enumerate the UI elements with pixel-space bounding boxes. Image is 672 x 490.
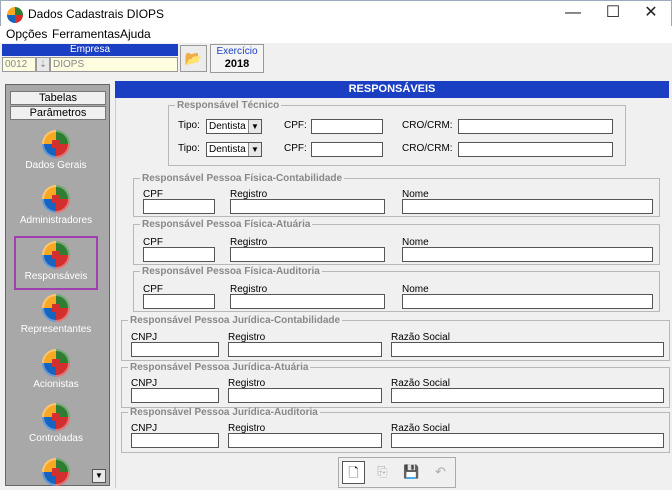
cpf-label-1: CPF: — [284, 120, 307, 131]
pj-contabilidade-cnpj-input[interactable] — [131, 342, 219, 357]
new-record-button[interactable]: 🗋 — [342, 461, 365, 484]
group-legend: Responsável Pessoa Jurídica-Atuária — [130, 362, 309, 373]
main-panel: Responsável Técnico Tipo: Dentista ▼ CPF… — [115, 98, 670, 488]
edit-document-icon: ⎘ — [377, 464, 388, 479]
tab-parametros[interactable]: Parâmetros — [10, 106, 106, 120]
group-legend: Responsável Pessoa Jurídica-Auditoria — [130, 407, 318, 418]
sidebar-item-administradores[interactable]: Administradores — [14, 182, 98, 236]
window-title: Dados Cadastrais DIOPS — [28, 7, 165, 21]
globe-icon — [42, 458, 70, 486]
group-legend: Responsável Pessoa Física-Auditoria — [142, 266, 320, 277]
cro-label-2: CRO/CRM: — [402, 143, 453, 154]
pf-auditoria-cpf-input[interactable] — [143, 294, 215, 309]
globe-icon — [42, 185, 70, 213]
tipo-select-value: Dentista — [209, 144, 246, 155]
sidebar-item-label: Responsáveis — [24, 271, 88, 282]
undo-button[interactable]: ↶ — [429, 461, 452, 484]
sidebar-item-label: Acionistas — [33, 379, 79, 390]
sidebar-item-label: Dados Gerais — [25, 160, 87, 171]
tab-tabelas[interactable]: Tabelas — [10, 91, 106, 105]
pj-auditoria-cnpj-input[interactable] — [131, 433, 219, 448]
tipo-label-2: Tipo: — [178, 143, 200, 154]
sidebar-item-controladas[interactable]: Controladas — [14, 400, 98, 454]
pf-auditoria-registro-input[interactable] — [230, 294, 385, 309]
empresa-name-field[interactable]: DIOPS — [50, 57, 178, 72]
floppy-disk-icon: 💾 — [403, 464, 420, 479]
sidebar: Tabelas Parâmetros Dados Gerais Administ… — [5, 84, 110, 486]
sidebar-item-acionistas[interactable]: Acionistas — [14, 346, 98, 400]
chevron-down-icon: ▼ — [248, 143, 261, 156]
sidebar-item-representantes[interactable]: Representantes — [14, 291, 98, 345]
pf-atuaria-cpf-input[interactable] — [143, 247, 215, 262]
globe-icon — [42, 130, 70, 158]
pf-auditoria-nome-input[interactable] — [402, 294, 653, 309]
exercicio-box[interactable]: Exercício 2018 — [210, 44, 264, 73]
exercicio-label: Exercício — [216, 46, 258, 57]
group-legend: Responsável Pessoa Jurídica-Contabilidad… — [130, 315, 341, 326]
chevron-down-icon: ▼ — [248, 120, 261, 133]
sidebar-item-label: Administradores — [19, 215, 93, 226]
tipo-select-2[interactable]: Dentista ▼ — [206, 142, 262, 157]
menu-opcoes[interactable]: Opções — [6, 27, 47, 41]
edit-record-button[interactable]: ⎘ — [371, 461, 394, 484]
globe-icon — [42, 294, 70, 322]
cro-input-2[interactable] — [458, 142, 613, 157]
menu-ajuda[interactable]: Ajuda — [120, 27, 151, 41]
pf-contabilidade-registro-input[interactable] — [230, 199, 385, 214]
empresa-header: Empresa — [2, 44, 178, 56]
pj-atuaria-registro-input[interactable] — [228, 388, 382, 403]
folder-icon: 📂 — [184, 50, 203, 66]
pf-contabilidade-cpf-input[interactable] — [143, 199, 215, 214]
pj-atuaria-cnpj-input[interactable] — [131, 388, 219, 403]
cpf-input-2[interactable] — [311, 142, 383, 157]
cro-input-1[interactable] — [458, 119, 613, 134]
undo-icon: ↶ — [435, 464, 446, 479]
pf-atuaria-nome-input[interactable] — [402, 247, 653, 262]
page-title: RESPONSÁVEIS — [115, 81, 669, 98]
cpf-label-2: CPF: — [284, 143, 307, 154]
title-bar: Dados Cadastrais DIOPS — ☐ ✕ — [0, 0, 672, 26]
group-legend: Responsável Pessoa Física-Atuária — [142, 219, 311, 230]
tipo-select-1[interactable]: Dentista ▼ — [206, 119, 262, 134]
record-toolbar: 🗋 ⎘ 💾 ↶ — [338, 457, 456, 488]
empresa-dropdown-icon[interactable]: ⇣ — [36, 57, 50, 72]
globe-icon — [42, 349, 70, 377]
open-folder-button[interactable]: 📂 — [180, 45, 207, 72]
cro-label-1: CRO/CRM: — [402, 120, 453, 131]
globe-icon — [42, 241, 70, 269]
empresa-code-field[interactable]: 0012 — [2, 57, 36, 72]
pj-auditoria-registro-input[interactable] — [228, 433, 382, 448]
exercicio-value: 2018 — [224, 58, 250, 70]
pf-contabilidade-nome-input[interactable] — [402, 199, 653, 214]
pf-atuaria-registro-input[interactable] — [230, 247, 385, 262]
sidebar-item-partial[interactable] — [14, 455, 98, 486]
pj-contabilidade-registro-input[interactable] — [228, 342, 382, 357]
cpf-input-1[interactable] — [311, 119, 383, 134]
pj-auditoria-razao-input[interactable] — [391, 433, 664, 448]
app-icon — [7, 7, 23, 23]
menu-bar: Opções Ferramentas Ajuda — [0, 26, 672, 43]
close-button[interactable]: ✕ — [629, 4, 672, 24]
sidebar-scroll-down-button[interactable]: ▼ — [92, 469, 106, 483]
minimize-button[interactable]: — — [551, 4, 595, 24]
new-document-icon: 🗋 — [348, 465, 359, 480]
group-legend: Responsável Técnico — [177, 100, 280, 111]
menu-ferramentas[interactable]: Ferramentas — [52, 27, 120, 41]
sidebar-item-responsaveis[interactable]: Responsáveis — [14, 236, 98, 290]
group-legend: Responsável Pessoa Física-Contabilidade — [142, 173, 343, 184]
save-button[interactable]: 💾 — [400, 461, 423, 484]
tipo-label-1: Tipo: — [178, 120, 200, 131]
sidebar-item-dados-gerais[interactable]: Dados Gerais — [14, 127, 98, 181]
globe-icon — [42, 403, 70, 431]
sidebar-item-label: Representantes — [20, 324, 92, 335]
sidebar-item-label: Controladas — [29, 433, 83, 444]
pj-contabilidade-razao-input[interactable] — [391, 342, 664, 357]
pj-atuaria-razao-input[interactable] — [391, 388, 664, 403]
tipo-select-value: Dentista — [209, 121, 246, 132]
